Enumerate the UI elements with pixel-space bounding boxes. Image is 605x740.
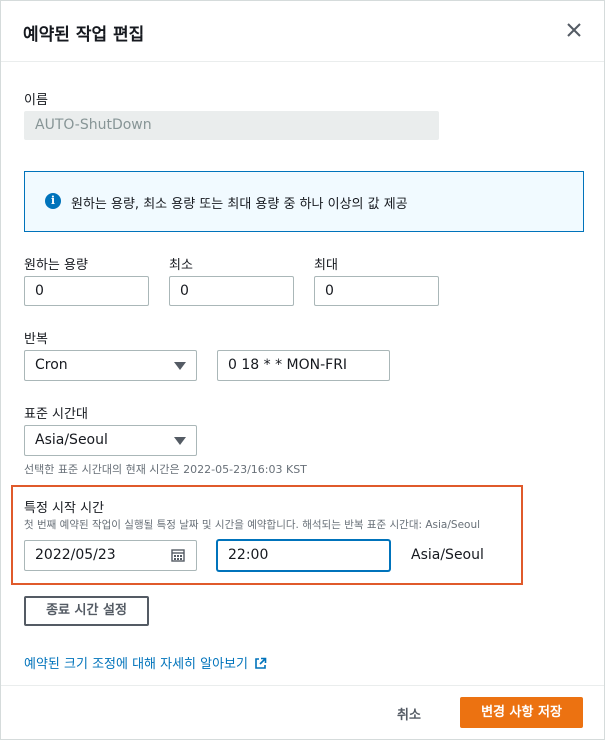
set-end-time-button[interactable]: 종료 시간 설정 bbox=[24, 596, 149, 626]
chevron-down-icon bbox=[174, 437, 186, 445]
start-time-input[interactable]: 22:00 bbox=[217, 540, 390, 571]
timezone-selected: Asia/Seoul bbox=[35, 432, 108, 448]
cancel-button[interactable]: 취소 bbox=[397, 704, 421, 723]
learn-more-link[interactable]: 예약된 크기 조정에 대해 자세히 알아보기 bbox=[24, 653, 267, 672]
edit-scheduled-action-dialog: 예약된 작업 편집 이름 AUTO-ShutDown i 원하는 용량, 최소 … bbox=[0, 0, 605, 740]
external-link-icon bbox=[255, 657, 267, 669]
info-text: 원하는 용량, 최소 용량 또는 최대 용량 중 하나 이상의 값 제공 bbox=[71, 197, 408, 212]
max-capacity-label: 최대 bbox=[314, 258, 338, 273]
start-timezone-text: Asia/Seoul bbox=[411, 547, 484, 563]
desired-capacity-label: 원하는 용량 bbox=[24, 258, 88, 273]
chevron-down-icon bbox=[174, 362, 186, 370]
cron-expression-input[interactable]: 0 18 * * MON-FRI bbox=[217, 350, 390, 381]
dialog-header: 예약된 작업 편집 bbox=[1, 1, 604, 62]
save-changes-button[interactable]: 변경 사항 저장 bbox=[460, 697, 583, 728]
info-icon: i bbox=[45, 193, 61, 209]
learn-more-text: 예약된 크기 조정에 대해 자세히 알아보기 bbox=[24, 657, 248, 672]
name-input: AUTO-ShutDown bbox=[24, 111, 439, 140]
recurrence-selected: Cron bbox=[35, 357, 68, 373]
max-capacity-input[interactable]: 0 bbox=[314, 276, 439, 306]
start-time-hint: 첫 번째 예약된 작업이 실행될 특정 날짜 및 시간을 예약합니다. 해석되는… bbox=[24, 519, 481, 531]
close-icon[interactable] bbox=[563, 19, 585, 41]
name-label: 이름 bbox=[24, 93, 48, 108]
timezone-hint: 선택한 표준 시간대의 현재 시간은 2022-05-23/16:03 KST bbox=[24, 463, 307, 476]
start-date-value: 2022/05/23 bbox=[35, 547, 116, 563]
timezone-label: 표준 시간대 bbox=[24, 407, 88, 422]
recurrence-select[interactable]: Cron bbox=[24, 350, 197, 381]
min-capacity-input[interactable]: 0 bbox=[169, 276, 294, 306]
timezone-select[interactable]: Asia/Seoul bbox=[24, 425, 197, 456]
recurrence-label: 반복 bbox=[24, 332, 48, 347]
start-time-label: 특정 시작 시간 bbox=[24, 501, 105, 516]
info-alert: i 원하는 용량, 최소 용량 또는 최대 용량 중 하나 이상의 값 제공 bbox=[24, 171, 584, 232]
calendar-icon[interactable] bbox=[171, 548, 185, 562]
dialog-title: 예약된 작업 편집 bbox=[23, 25, 145, 45]
min-capacity-label: 최소 bbox=[169, 258, 193, 273]
desired-capacity-input[interactable]: 0 bbox=[24, 276, 149, 306]
dialog-footer: 취소 변경 사항 저장 bbox=[1, 685, 604, 739]
